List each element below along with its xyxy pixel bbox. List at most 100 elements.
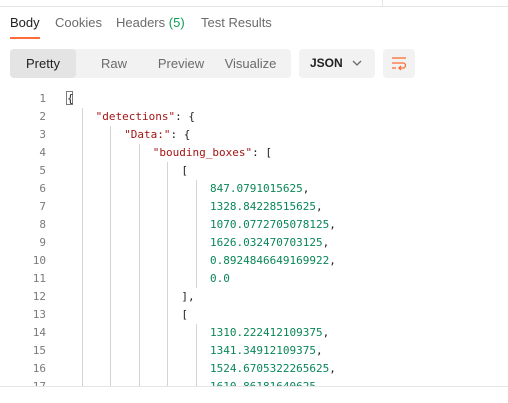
line-number: 1 [39,92,46,105]
json-punctuation: , [329,218,336,231]
json-punctuation: , [329,254,336,267]
line-number: 10 [32,254,46,267]
json-punctuation: [ [181,164,189,177]
code-line: 4 "bouding_boxes": [ [0,144,508,162]
code-line: 17 1610.86181640625, [0,378,508,386]
json-punctuation: : [ [252,146,273,159]
json-key: "detections" [95,110,176,123]
line-number: 4 [39,146,46,159]
line-number: 8 [39,218,46,231]
code-line: 6 847.0791015625, [0,180,508,198]
json-punctuation: , [322,326,330,339]
chevron-down-icon [352,60,362,66]
code-text: 1070.0772705078125, [210,216,336,234]
format-select[interactable]: JSON [299,49,375,78]
line-number: 12 [32,290,46,303]
code-text: 0.0 [210,270,230,288]
active-tab-indicator [10,37,40,39]
line-number: 3 [39,128,46,141]
headers-count-badge: (5) [168,15,185,30]
json-punctuation: , [329,362,336,375]
line-number: 15 [32,344,46,357]
json-number: 1626.032470703125 [210,236,323,249]
tab-body-label: Body [10,15,40,30]
top-border [0,0,508,7]
code-line: 14 1310.222412109375, [0,324,508,342]
json-punctuation: : { [175,110,195,123]
line-number: 9 [39,236,46,249]
code-line: 15 1341.34912109375, [0,342,508,360]
code-text: 1341.34912109375, [210,342,323,360]
code-line: 12], [0,288,508,306]
line-number: 11 [32,272,46,285]
code-text: [ [181,162,188,180]
code-text: 1524.6705322265625, [210,360,336,378]
json-punctuation: : { [170,128,191,141]
json-punctuation: , [322,236,330,249]
code-text: ], [181,288,194,306]
code-text: 0.8924846649169922, [210,252,336,270]
line-number: 7 [39,200,46,213]
code-line: 2 "detections": { [0,108,508,126]
indent-guide [167,162,169,386]
line-number: 17 [0,378,46,386]
code-text: { [67,90,74,108]
json-punctuation: { [67,92,74,105]
code-line: 9 1626.032470703125, [0,234,508,252]
view-mode-pretty[interactable]: Pretty [10,49,76,78]
code-text: 1626.032470703125, [210,234,329,252]
format-select-value: JSON [310,56,343,70]
tab-test-results[interactable]: Test Results [201,13,272,39]
tab-headers-label: Headers [116,15,166,30]
code-line: 1{ [0,90,508,108]
bottom-border [0,386,508,387]
indent-guide [138,144,140,386]
line-number: 13 [32,308,46,321]
code-text: 1310.222412109375, [210,324,329,342]
view-mode-preview[interactable]: Preview [148,49,214,78]
code-line: 10 0.8924846649169922, [0,252,508,270]
json-number: 0.0 [210,272,230,285]
line-number: 2 [39,110,46,123]
json-punctuation: , [315,344,323,357]
json-number: 1341.34912109375 [210,344,316,357]
json-number: 1310.222412109375 [210,326,323,339]
json-number: 847.0791015625 [210,182,303,195]
tab-headers[interactable]: Headers (5) [116,13,185,39]
json-punctuation: , [302,182,310,195]
response-panel: Body Cookies Headers (5) Test Results Pr… [0,0,508,403]
json-punctuation: [ [181,308,189,321]
code-text: "bouding_boxes": [ [153,144,272,162]
code-text: [ [181,306,188,324]
indent-guide [196,180,197,288]
json-number: 1070.0772705078125 [210,218,330,231]
line-number: 6 [39,182,46,195]
wrap-lines-button[interactable] [383,49,415,78]
view-mode-switcher: Pretty Raw Preview Visualize [10,49,291,78]
code-line: 8 1070.0772705078125, [0,216,508,234]
code-line: 5[ [0,162,508,180]
tab-cookies-label: Cookies [55,15,102,30]
view-mode-raw[interactable]: Raw [80,49,148,78]
tab-body[interactable]: Body [10,13,40,39]
tab-test-results-label: Test Results [201,15,272,30]
code-line: 7 1328.84228515625, [0,198,508,216]
code-text: 847.0791015625, [210,180,309,198]
view-mode-visualize[interactable]: Visualize [216,49,285,78]
code-line: 16 1524.6705322265625, [0,360,508,378]
code-line: 11 0.0 [0,270,508,288]
code-text: 1610.86181640625, [210,378,323,386]
json-punctuation: ], [181,290,195,303]
json-number: 1328.84228515625 [210,200,316,213]
tab-cookies[interactable]: Cookies [55,13,102,39]
indent-guide [196,324,197,386]
wrap-lines-icon [392,57,407,71]
code-text: "Data:": { [124,126,190,144]
line-number: 14 [32,326,46,339]
response-body-code[interactable]: 1{2 "detections": {3 "Data:": {4 "bouding_b… [0,90,508,386]
code-text: "detections": { [96,108,195,126]
response-tabs: Body Cookies Headers (5) Test Results [0,13,508,39]
json-number: 0.8924846649169922 [210,254,330,267]
json-key: "bouding_boxes" [152,146,253,159]
json-punctuation: , [315,200,323,213]
